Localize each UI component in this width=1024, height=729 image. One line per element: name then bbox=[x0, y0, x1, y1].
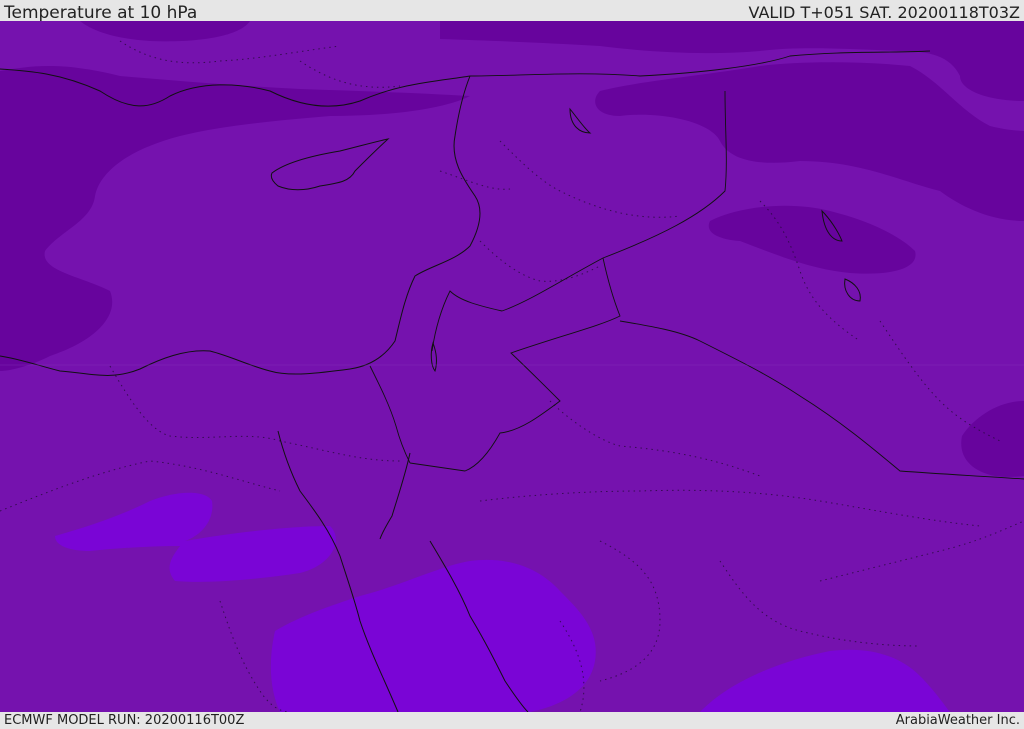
header-bar: Temperature at 10 hPa VALID T+051 SAT. 2… bbox=[0, 0, 1024, 23]
model-run-label: ECMWF MODEL RUN: 20200116T00Z bbox=[4, 713, 245, 728]
map-title: Temperature at 10 hPa bbox=[4, 3, 198, 23]
temperature-map bbox=[0, 21, 1024, 712]
valid-time-label: VALID T+051 SAT. 20200118T03Z bbox=[748, 3, 1020, 22]
credit-label: ArabiaWeather Inc. bbox=[895, 713, 1020, 728]
footer-bar: ECMWF MODEL RUN: 20200116T00Z ArabiaWeat… bbox=[0, 712, 1024, 729]
